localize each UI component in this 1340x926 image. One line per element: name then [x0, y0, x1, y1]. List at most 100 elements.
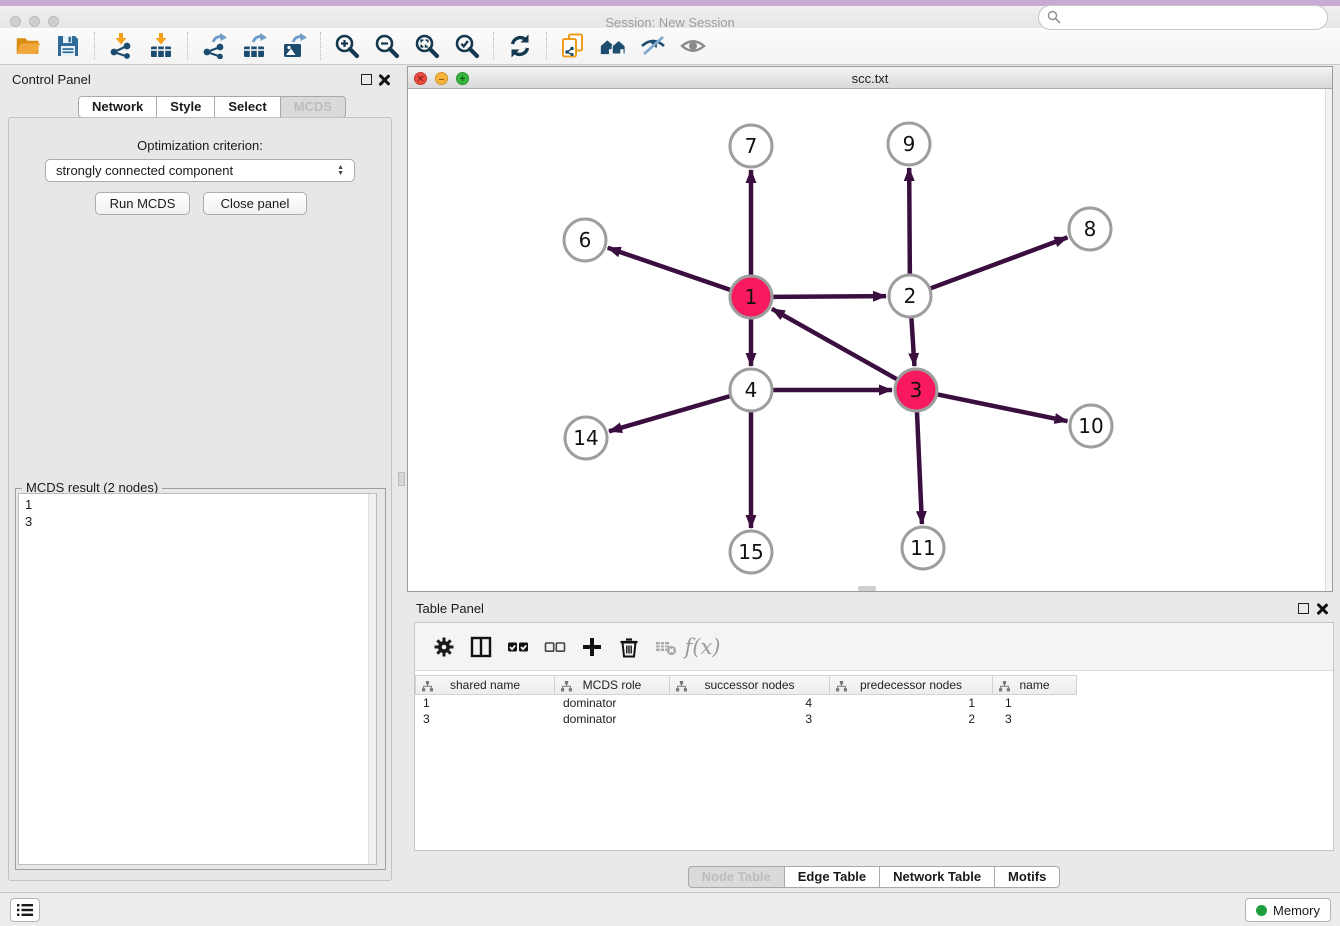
cell-predecessor-nodes[interactable]: 1	[830, 695, 993, 711]
show-all-button[interactable]	[673, 30, 713, 62]
svg-text:6: 6	[579, 228, 592, 252]
deselect-all-checkboxes-button[interactable]	[536, 630, 573, 664]
graph-edge-3-1[interactable]	[772, 309, 897, 379]
apply-layout-refresh-button[interactable]	[500, 30, 540, 62]
table-tab-node-table[interactable]: Node Table	[688, 866, 785, 888]
graph-node-3[interactable]: 3	[895, 369, 937, 411]
graph-node-7[interactable]: 7	[730, 125, 772, 167]
delete-table-button[interactable]	[647, 630, 684, 664]
canvas-hscroll-thumb[interactable]	[858, 586, 876, 591]
cell-MCDS-role[interactable]: dominator	[555, 695, 670, 711]
table-panel-close-icon[interactable]	[1316, 603, 1328, 615]
graph-edge-1-2[interactable]	[773, 296, 886, 297]
graph-edge-2-3[interactable]	[911, 318, 914, 366]
graph-node-8[interactable]: 8	[1069, 208, 1111, 250]
cell-shared-name[interactable]: 1	[415, 695, 555, 711]
zoom-in-icon	[334, 33, 360, 59]
delete-column-button[interactable]	[610, 630, 647, 664]
canvas-vscrollbar[interactable]	[1325, 89, 1332, 591]
column-header-predecessor-nodes[interactable]: predecessor nodes	[830, 675, 993, 695]
graph-node-2[interactable]: 2	[889, 275, 931, 317]
column-header-successor-nodes[interactable]: successor nodes	[670, 675, 830, 695]
control-panel-title: Control Panel	[12, 72, 91, 87]
cell-name[interactable]: 1	[993, 695, 1077, 711]
graph-node-10[interactable]: 10	[1070, 405, 1112, 447]
show-columns-icon	[470, 636, 492, 658]
graph-edge-2-8[interactable]	[931, 237, 1068, 288]
graph-edge-3-10[interactable]	[938, 394, 1068, 421]
table-tab-motifs[interactable]: Motifs	[995, 866, 1060, 888]
graph-edge-3-11[interactable]	[917, 412, 922, 524]
zoom-in-button[interactable]	[327, 30, 367, 62]
zoom-out-button[interactable]	[367, 30, 407, 62]
memory-button[interactable]: Memory	[1245, 898, 1331, 922]
graph-node-14[interactable]: 14	[565, 417, 607, 459]
export-table-button[interactable]	[234, 30, 274, 62]
hide-selected-button[interactable]	[633, 30, 673, 62]
zoom-fit-button[interactable]	[407, 30, 447, 62]
export-network-button[interactable]	[194, 30, 234, 62]
clone-network-button[interactable]	[553, 30, 593, 62]
save-session-button[interactable]	[48, 30, 88, 62]
zoom-selected-icon	[454, 33, 480, 59]
import-table-button[interactable]	[141, 30, 181, 62]
cell-shared-name[interactable]: 3	[415, 711, 555, 727]
cell-successor-nodes[interactable]: 4	[670, 695, 830, 711]
task-history-button[interactable]	[10, 898, 40, 922]
table-tab-network-table[interactable]: Network Table	[880, 866, 995, 888]
control-tab-select[interactable]: Select	[215, 96, 280, 118]
table-row-2[interactable]: 3dominator323	[415, 711, 1077, 727]
control-tab-network[interactable]: Network	[78, 96, 157, 118]
table-panel-header: Table Panel	[408, 596, 1340, 622]
table-row-1[interactable]: 1dominator411	[415, 695, 1077, 711]
cell-successor-nodes[interactable]: 3	[670, 711, 830, 727]
add-column-button[interactable]	[573, 630, 610, 664]
toolbar-separator	[546, 32, 547, 60]
zoom-selected-button[interactable]	[447, 30, 487, 62]
run-mcds-button[interactable]: Run MCDS	[95, 192, 190, 215]
node-table-container: f(x) shared nameMCDS role successor nodes…	[414, 622, 1334, 851]
graph-edge-4-14[interactable]	[609, 396, 730, 431]
column-header-MCDS-role[interactable]: MCDS role	[555, 675, 670, 695]
table-panel-float-icon[interactable]	[1298, 603, 1309, 614]
close-panel-button[interactable]: Close panel	[203, 192, 307, 215]
column-header-name[interactable]: name	[993, 675, 1077, 695]
control-tab-mcds[interactable]: MCDS	[281, 96, 346, 118]
graph-edge-2-9[interactable]	[909, 168, 910, 274]
graph-node-6[interactable]: 6	[564, 219, 606, 261]
table-options-gear-button[interactable]	[425, 630, 462, 664]
control-panel-close-icon[interactable]	[378, 74, 390, 86]
export-image-button[interactable]	[274, 30, 314, 62]
panel-splitter-handle[interactable]	[398, 472, 405, 486]
column-type-icon	[422, 681, 433, 692]
column-type-icon	[836, 681, 847, 692]
open-session-button[interactable]	[8, 30, 48, 62]
graph-node-11[interactable]: 11	[902, 527, 944, 569]
criterion-dropdown[interactable]: strongly connected component ▲▼	[45, 159, 355, 182]
column-header-label: successor nodes	[704, 678, 794, 692]
graph-node-15[interactable]: 15	[730, 531, 772, 573]
cell-predecessor-nodes[interactable]: 2	[830, 711, 993, 727]
search-input[interactable]	[1038, 5, 1328, 30]
cell-MCDS-role[interactable]: dominator	[555, 711, 670, 727]
show-columns-button[interactable]	[462, 630, 499, 664]
column-header-shared-name[interactable]: shared name	[415, 675, 555, 695]
import-network-button[interactable]	[101, 30, 141, 62]
cell-name[interactable]: 3	[993, 711, 1077, 727]
network-canvas[interactable]: 7 9 6 8 1 2 4 3 14 10 15 11	[408, 89, 1332, 591]
table-header-row: shared nameMCDS role successor nodes prede…	[415, 675, 1077, 695]
graph-edge-1-6[interactable]	[608, 248, 730, 290]
control-panel-float-icon[interactable]	[361, 74, 372, 85]
mcds-result-area[interactable]: 1 3	[18, 493, 377, 865]
graph-node-9[interactable]: 9	[888, 123, 930, 165]
control-tab-style[interactable]: Style	[157, 96, 215, 118]
select-all-checkboxes-button[interactable]	[499, 630, 536, 664]
mcds-result-scrollbar[interactable]	[368, 494, 376, 864]
table-tab-edge-table[interactable]: Edge Table	[785, 866, 880, 888]
function-builder-button[interactable]: f(x)	[684, 630, 721, 664]
graph-node-1[interactable]: 1	[730, 276, 772, 318]
network-frame-titlebar[interactable]: ✕ – + scc.txt	[408, 67, 1332, 89]
first-neighbors-button[interactable]	[593, 30, 633, 62]
control-panel-tabs: NetworkStyleSelectMCDS	[78, 96, 346, 118]
graph-node-4[interactable]: 4	[730, 369, 772, 411]
